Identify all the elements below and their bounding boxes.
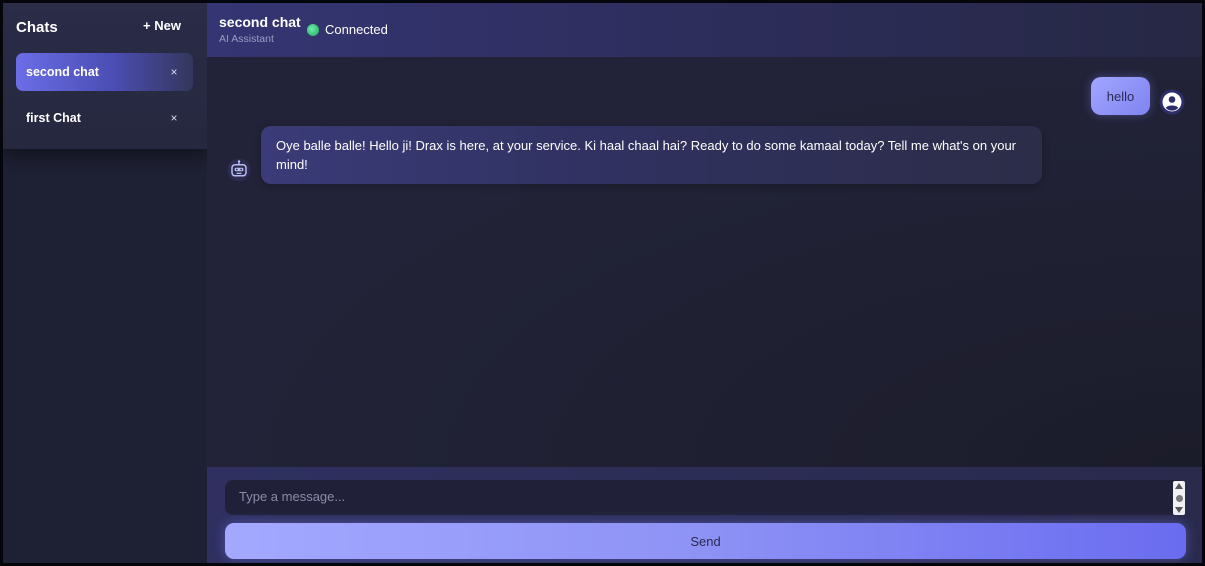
status-dot-icon: [307, 23, 319, 36]
scroll-up-icon[interactable]: [1175, 483, 1183, 489]
chat-header: second chat AI Assistant Connected: [207, 3, 1202, 57]
chat-app: Chats + New second chat × first Chat × s…: [0, 0, 1205, 566]
chat-item-label: second chat: [26, 65, 99, 79]
user-message: hello: [1091, 77, 1150, 115]
chat-subtitle: AI Assistant: [219, 33, 274, 45]
status-text: Connected: [325, 22, 388, 37]
chats-title: Chats: [16, 19, 58, 36]
scroll-thumb[interactable]: [1175, 494, 1183, 502]
close-icon[interactable]: ×: [167, 65, 181, 79]
close-icon[interactable]: ×: [167, 111, 181, 125]
chat-title: second chat: [219, 14, 301, 30]
connection-status: Connected: [307, 22, 388, 37]
sidebar: Chats + New second chat × first Chat ×: [3, 3, 207, 563]
new-chat-button[interactable]: + New: [143, 18, 181, 33]
message-input[interactable]: [225, 480, 1185, 515]
chat-item-first-chat[interactable]: first Chat ×: [16, 99, 193, 137]
input-scroll-control[interactable]: [1173, 481, 1185, 515]
chat-item-label: first Chat: [26, 111, 81, 125]
send-button[interactable]: Send: [225, 523, 1186, 559]
scroll-down-icon[interactable]: [1175, 507, 1183, 513]
chat-item-second-chat[interactable]: second chat ×: [16, 53, 193, 91]
bot-message: Oye balle balle! Hello ji! Drax is here,…: [261, 126, 1042, 184]
chat-list-panel: Chats + New second chat × first Chat ×: [3, 3, 207, 149]
robot-icon: [227, 158, 251, 182]
message-list: hello Oye balle balle! Hello ji! Drax is…: [207, 57, 1202, 467]
user-circle-icon: [1159, 89, 1185, 115]
message-composer: Send: [207, 467, 1202, 563]
